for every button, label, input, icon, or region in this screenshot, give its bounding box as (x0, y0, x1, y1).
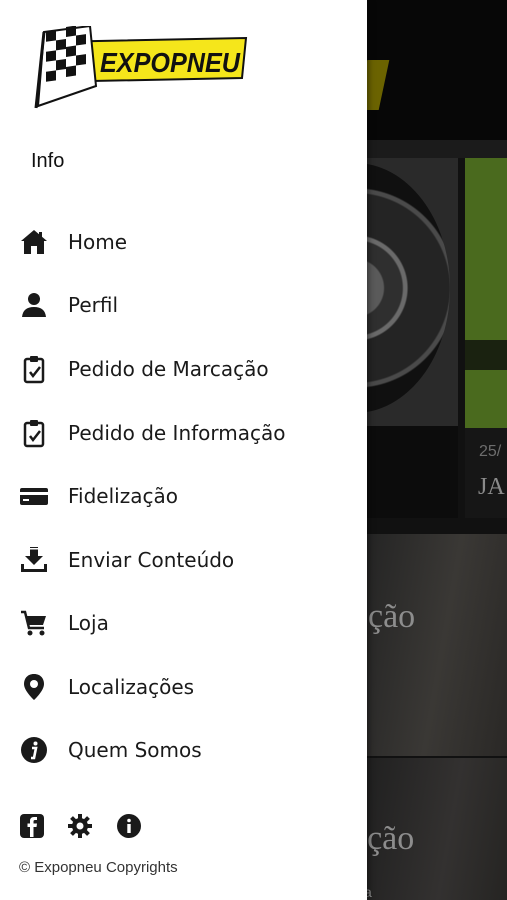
menu-item-label: Enviar Conteúdo (68, 548, 235, 572)
wheel-image (360, 163, 450, 413)
info-icon[interactable] (115, 812, 143, 840)
navigation-drawer: EXPOPNEU Info Home Perfil Pedido de Marc… (0, 0, 367, 900)
car-detail (465, 340, 507, 370)
cart-icon (18, 607, 50, 639)
credit-card-icon (18, 480, 50, 512)
promo-panel[interactable] (360, 534, 507, 756)
menu-item-label: Pedido de Informação (68, 421, 286, 445)
menu-item-fidelizacao[interactable]: Fidelização (0, 468, 367, 524)
news-card-image[interactable] (360, 158, 458, 426)
menu-item-localizacoes[interactable]: Localizações (0, 659, 367, 715)
drawer-title: Info (31, 150, 65, 172)
menu-item-enviar-conteudo[interactable]: Enviar Conteúdo (0, 532, 367, 588)
user-icon (18, 289, 50, 321)
menu-item-loja[interactable]: Loja (0, 595, 367, 651)
clipboard-check-icon (18, 353, 50, 385)
expopneu-logo: EXPOPNEU (34, 26, 248, 109)
news-card-footer[interactable] (360, 426, 458, 518)
menu-item-label: Quem Somos (68, 738, 202, 762)
menu-item-label: Fidelização (68, 484, 178, 508)
footer-icons (18, 812, 148, 840)
menu-item-label: Loja (68, 611, 109, 635)
download-tray-icon (18, 544, 50, 576)
clipboard-check-icon (18, 417, 50, 449)
copyright-text: © Expopneu Copyrights (19, 859, 178, 876)
menu-item-perfil[interactable]: Perfil (0, 277, 367, 333)
gear-icon[interactable] (66, 812, 94, 840)
home-icon (18, 226, 50, 258)
promo-panel-text: ção (368, 598, 416, 635)
menu-item-label: Home (68, 230, 128, 254)
menu-item-quem-somos[interactable]: Quem Somos (0, 722, 367, 778)
card-date: 25/ (479, 443, 502, 460)
news-card-footer-2[interactable] (465, 428, 507, 518)
menu-item-pedido-marcacao[interactable]: Pedido de Marcação (0, 341, 367, 397)
logo-text: EXPOPNEU (100, 47, 241, 78)
map-pin-icon (18, 671, 50, 703)
info-icon (18, 734, 50, 766)
menu-item-label: Pedido de Marcação (68, 357, 269, 381)
card-title: JA (478, 474, 505, 500)
facebook-icon[interactable] (18, 812, 46, 840)
menu-item-label: Perfil (68, 293, 119, 317)
menu-item-label: Localizações (68, 675, 195, 699)
menu-item-pedido-informacao[interactable]: Pedido de Informação (0, 405, 367, 461)
menu-item-home[interactable]: Home (0, 214, 367, 270)
news-card-image-2[interactable] (465, 158, 507, 428)
